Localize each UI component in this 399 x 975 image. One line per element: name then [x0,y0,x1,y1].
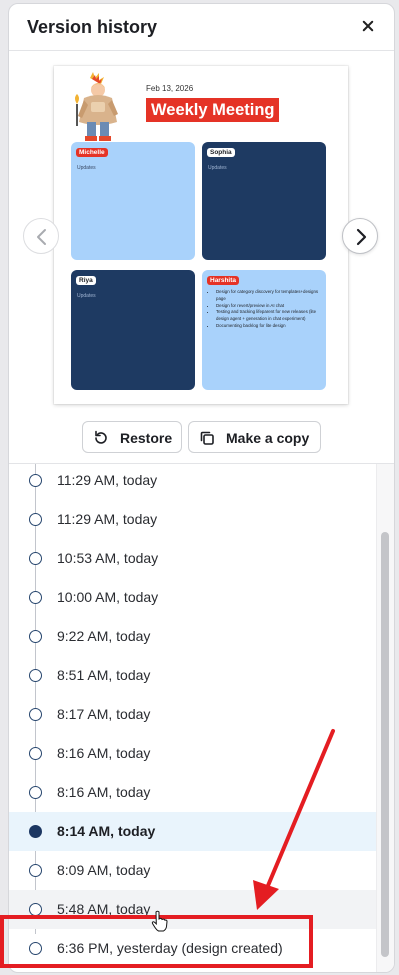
panel-header: Version history [9,4,394,51]
version-list-scrollbar[interactable] [376,464,394,972]
previous-version-button[interactable] [23,218,59,254]
version-item[interactable]: 8:16 AM, today [9,734,377,773]
version-history-panel: Version history Feb 13, 2026 Weekly Meet… [8,3,395,973]
version-timestamp: 10:53 AM, today [57,550,159,566]
version-timestamp: 11:29 AM, today [57,472,158,488]
restore-button[interactable]: Restore [82,421,182,453]
version-item[interactable]: 11:29 AM, today [9,464,377,500]
astronaut-illustration [75,72,118,141]
card-subtitle: Updates [208,165,227,171]
card-sophia: Sophia Updates [202,142,326,260]
version-list: 11:29 AM, today 11:29 AM, today 10:53 AM, … [9,463,394,972]
timeline-dot-icon [29,942,42,955]
chevron-right-icon [356,228,367,246]
copy-icon [200,431,214,445]
panel-title: Version history [27,17,158,37]
make-copy-label: Make a copy [226,430,310,446]
version-item[interactable]: 11:29 AM, today [9,500,377,539]
version-timestamp: 8:51 AM, today [57,667,151,683]
card-subtitle: Updates [77,293,96,299]
timeline-dot-icon [29,591,42,604]
timeline-dot-icon [29,552,42,565]
card-bullets: Design for category discovery for templa… [204,289,322,330]
next-version-button[interactable] [342,218,378,254]
version-timestamp: 11:29 AM, today [57,511,158,527]
version-timestamp: 8:09 AM, today [57,862,151,878]
timeline-dot-icon [29,708,42,721]
card-riya: Riya Updates [71,270,195,390]
version-item[interactable]: 5:48 AM, today [9,890,377,929]
restore-label: Restore [120,430,173,446]
version-timestamp: 8:16 AM, today [57,745,151,761]
version-item[interactable]: 8:51 AM, today [9,656,377,695]
card-subtitle: Updates [77,165,96,171]
card-bullet: Documenting backlog for lite design [216,323,322,330]
card-bullet: Design for category discovery for templa… [216,289,322,303]
version-timestamp: 6:36 PM, yesterday (design created) [57,940,283,956]
card-name: Sophia [207,148,235,157]
restore-icon [95,430,107,444]
version-preview: Feb 13, 2026 Weekly Meeting Michelle Upd… [9,51,394,463]
version-timestamp: 5:48 AM, today [57,901,151,917]
card-name: Michelle [76,148,108,157]
timeline-dot-icon [29,630,42,643]
version-item[interactable]: 6:36 PM, yesterday (design created) [9,929,377,968]
version-actions: Restore Make a copy [9,421,394,455]
close-icon[interactable] [356,14,380,38]
card-michelle: Michelle Updates [71,142,195,260]
timeline-dot-icon [29,825,42,838]
timeline-dot-icon [29,513,42,526]
slide-thumbnail: Feb 13, 2026 Weekly Meeting Michelle Upd… [54,66,348,404]
card-name: Riya [76,276,96,285]
card-harshita: Harshita Design for category discovery f… [202,270,326,390]
timeline-dot-icon [29,786,42,799]
timeline-dot-icon [29,903,42,916]
card-bullet: Testing and tracking lifeparent for new … [216,309,322,323]
card-bullet: Design for revert/preview in AI chat [216,303,322,310]
make-copy-button[interactable]: Make a copy [188,421,321,453]
slide-headline: Weekly Meeting [146,98,280,122]
version-item[interactable]: 8:09 AM, today [9,851,377,890]
card-name: Harshita [207,276,240,285]
timeline-dot-icon [29,474,42,487]
version-timestamp: 8:14 AM, today [57,823,156,839]
version-item[interactable]: 8:16 AM, today [9,773,377,812]
chevron-left-icon [37,229,46,245]
version-timestamp: 9:22 AM, today [57,628,151,644]
scrollbar-thumb[interactable] [381,532,389,957]
version-timestamp: 8:17 AM, today [57,706,151,722]
version-item[interactable]: 10:53 AM, today [9,539,377,578]
timeline-dot-icon [29,864,42,877]
version-item[interactable]: 10:00 AM, today [9,578,377,617]
slide-date: Feb 13, 2026 [146,84,194,93]
timeline-dot-icon [29,669,42,682]
version-timestamp: 8:16 AM, today [57,784,151,800]
version-item[interactable]: 8:17 AM, today [9,695,377,734]
timeline-dot-icon [29,747,42,760]
version-item[interactable]: 9:22 AM, today [9,617,377,656]
version-item[interactable]: 8:14 AM, today [9,812,377,851]
version-timestamp: 10:00 AM, today [57,589,159,605]
